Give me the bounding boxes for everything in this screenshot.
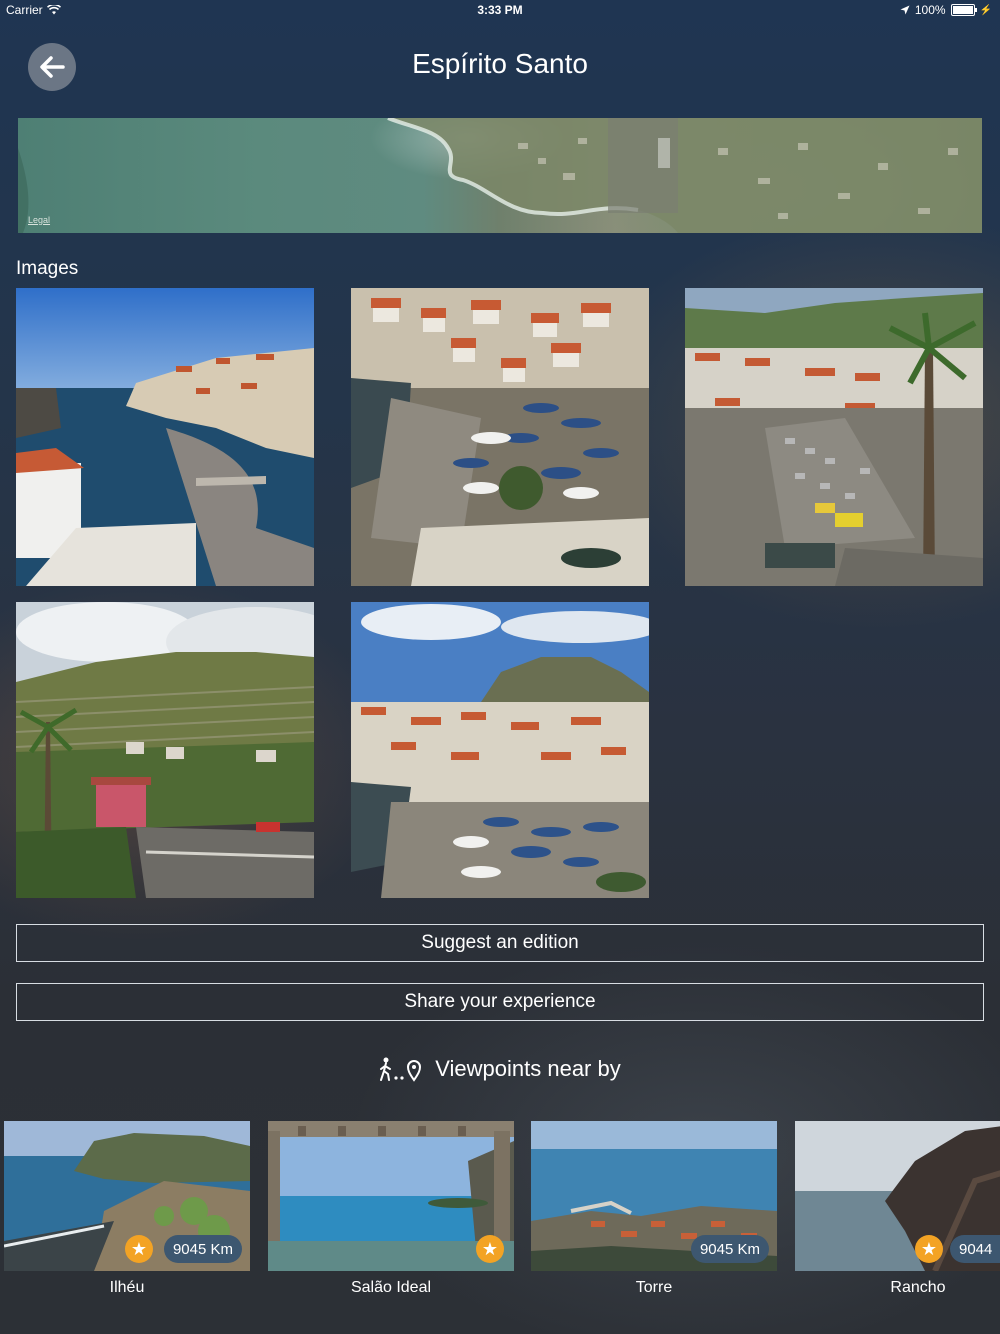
status-bar: Carrier 3:33 PM 100% ⚡ xyxy=(0,0,1000,22)
map-view[interactable]: Legal xyxy=(18,118,982,233)
viewpoint-thumbnail: ★ 9045 Km xyxy=(4,1121,250,1271)
gallery-image-3[interactable] xyxy=(685,288,983,586)
map-legal-link[interactable]: Legal xyxy=(28,215,50,225)
viewpoint-name: Rancho xyxy=(890,1279,946,1296)
battery-percent: 100% xyxy=(914,3,946,17)
viewpoint-card-rancho[interactable]: ★ 9044 Rancho xyxy=(795,1121,1000,1297)
distance-badge: 9045 Km xyxy=(690,1235,769,1263)
viewpoint-card-torre[interactable]: 9045 Km Torre xyxy=(531,1121,777,1297)
share-experience-label: Share your experience xyxy=(404,991,596,1012)
viewpoint-name: Torre xyxy=(635,1279,673,1296)
star-icon: ★ xyxy=(915,1235,943,1263)
nearby-header: Viewpoints near by xyxy=(0,1056,1000,1082)
distance-badge: 9044 xyxy=(950,1235,1000,1263)
gallery-image-2[interactable] xyxy=(351,288,649,586)
status-time: 3:33 PM xyxy=(477,3,523,17)
viewpoint-name: Ilhéu xyxy=(109,1279,145,1296)
images-section-label: Images xyxy=(16,258,79,279)
star-icon: ★ xyxy=(125,1235,153,1263)
gallery-image-5[interactable] xyxy=(351,602,649,898)
viewpoint-card-salao-ideal[interactable]: ★ Salão Ideal xyxy=(268,1121,514,1297)
suggest-edition-button[interactable]: Suggest an edition xyxy=(16,924,984,962)
viewpoint-name: Salão Ideal xyxy=(350,1279,432,1296)
charging-icon: ⚡ xyxy=(979,4,992,16)
star-icon: ★ xyxy=(476,1235,504,1263)
viewpoint-card-ilheu[interactable]: ★ 9045 Km Ilhéu xyxy=(4,1121,250,1297)
viewpoint-thumbnail: ★ 9044 xyxy=(795,1121,1000,1271)
gallery-image-4[interactable] xyxy=(16,602,314,898)
battery-icon xyxy=(950,4,977,16)
gallery-image-1[interactable] xyxy=(16,288,314,586)
share-experience-button[interactable]: Share your experience xyxy=(16,983,984,1021)
viewpoint-thumbnail: ★ xyxy=(268,1121,514,1271)
map-satellite-image xyxy=(18,118,982,233)
page-title: Espírito Santo xyxy=(412,48,588,79)
viewpoint-thumbnail: 9045 Km xyxy=(531,1121,777,1271)
walk-to-pin-icon xyxy=(380,1057,422,1082)
suggest-edition-label: Suggest an edition xyxy=(421,932,579,953)
location-arrow-icon xyxy=(900,5,910,15)
nearby-title: Viewpoints near by xyxy=(435,1056,621,1081)
distance-badge: 9045 Km xyxy=(163,1235,242,1263)
